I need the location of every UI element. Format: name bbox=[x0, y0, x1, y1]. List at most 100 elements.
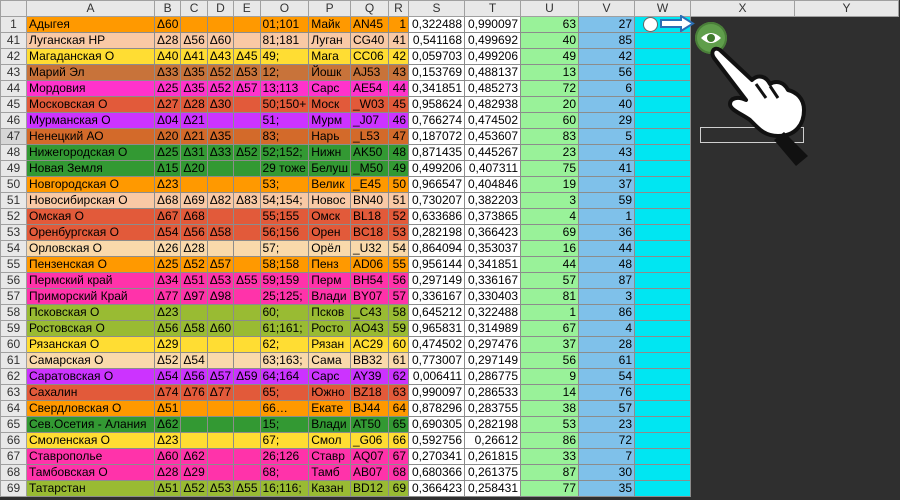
cell-p[interactable]: Тамб bbox=[308, 464, 351, 481]
cell-v[interactable]: 1 bbox=[578, 208, 635, 225]
cell-d[interactable]: Δ60 bbox=[206, 320, 235, 337]
cell-d[interactable]: Δ58 bbox=[206, 224, 235, 241]
cell-b[interactable]: Δ23 bbox=[153, 304, 182, 321]
cell-y[interactable] bbox=[794, 464, 899, 481]
cell-w[interactable] bbox=[634, 224, 691, 241]
cell-v[interactable]: 28 bbox=[578, 336, 635, 353]
cell-u[interactable]: 86 bbox=[520, 432, 579, 449]
cell-y[interactable] bbox=[794, 176, 899, 193]
cell-r[interactable]: 66 bbox=[388, 432, 409, 449]
cell-e[interactable] bbox=[233, 96, 261, 113]
cell-v[interactable]: 6 bbox=[578, 80, 635, 97]
cell-t[interactable]: 0,474502 bbox=[464, 112, 521, 129]
row-header[interactable]: 44 bbox=[0, 80, 27, 97]
row-header[interactable]: 53 bbox=[0, 224, 27, 241]
cell-w[interactable] bbox=[634, 304, 691, 321]
cell-w[interactable] bbox=[634, 464, 691, 481]
cell-p[interactable]: Омск bbox=[308, 208, 351, 225]
cell-t[interactable]: 0,314989 bbox=[464, 320, 521, 337]
cell-b[interactable]: Δ51 bbox=[153, 400, 182, 417]
row-header[interactable]: 56 bbox=[0, 272, 27, 289]
cell-c[interactable]: Δ28 bbox=[180, 240, 208, 257]
cell-t[interactable]: 0,286533 bbox=[464, 384, 521, 401]
cell-w[interactable] bbox=[634, 368, 691, 385]
cell-x[interactable] bbox=[690, 192, 795, 209]
cell-u[interactable]: 16 bbox=[520, 240, 579, 257]
cell-q[interactable]: AQ07 bbox=[350, 448, 389, 465]
cell-t[interactable]: 0,488137 bbox=[464, 64, 521, 81]
cell-p[interactable]: Орёл bbox=[308, 240, 351, 257]
cell-o[interactable]: 58;158 bbox=[259, 256, 310, 273]
cell-w[interactable] bbox=[634, 128, 691, 145]
cell-b[interactable]: Δ62 bbox=[153, 416, 182, 433]
cell-b[interactable]: Δ15 bbox=[153, 160, 182, 177]
cell-o[interactable]: 13;113 bbox=[259, 80, 310, 97]
cell-a[interactable]: Ненецкий АО bbox=[26, 128, 155, 145]
column-header-q[interactable]: Q bbox=[350, 0, 389, 17]
cell-x[interactable] bbox=[690, 208, 795, 225]
cell-a[interactable]: Московская О bbox=[26, 96, 155, 113]
cell-c[interactable] bbox=[180, 16, 208, 33]
cell-s[interactable]: 0,990097 bbox=[408, 384, 465, 401]
cell-q[interactable]: AB07 bbox=[350, 464, 389, 481]
row-header[interactable]: 55 bbox=[0, 256, 27, 273]
cell-w[interactable] bbox=[634, 384, 691, 401]
cell-t[interactable]: 0,336167 bbox=[464, 272, 521, 289]
cell-u[interactable]: 44 bbox=[520, 256, 579, 273]
cell-o[interactable]: 12; bbox=[259, 64, 310, 81]
cell-b[interactable]: Δ40 bbox=[153, 48, 182, 65]
cell-b[interactable]: Δ52 bbox=[153, 352, 182, 369]
cell-x[interactable] bbox=[690, 224, 795, 241]
cell-a[interactable]: Сев.Осетия - Алания bbox=[26, 416, 155, 433]
cell-a[interactable]: Новгородская О bbox=[26, 176, 155, 193]
cell-t[interactable]: 0,297149 bbox=[464, 352, 521, 369]
cell-e[interactable] bbox=[233, 432, 261, 449]
cell-y[interactable] bbox=[794, 304, 899, 321]
cell-q[interactable]: _G06 bbox=[350, 432, 389, 449]
cell-y[interactable] bbox=[794, 384, 899, 401]
cell-p[interactable]: Луган bbox=[308, 32, 351, 49]
cell-w[interactable] bbox=[634, 288, 691, 305]
cell-v[interactable]: 3 bbox=[578, 288, 635, 305]
row-header[interactable]: 47 bbox=[0, 128, 27, 145]
cell-v[interactable]: 37 bbox=[578, 176, 635, 193]
row-header[interactable]: 59 bbox=[0, 320, 27, 337]
cell-a[interactable]: Свердловская О bbox=[26, 400, 155, 417]
select-all-corner[interactable] bbox=[0, 0, 27, 17]
cell-e[interactable] bbox=[233, 448, 261, 465]
cell-a[interactable]: Луганская НР bbox=[26, 32, 155, 49]
cell-o[interactable]: 60; bbox=[259, 304, 310, 321]
cell-t[interactable]: 0,297476 bbox=[464, 336, 521, 353]
cell-p[interactable]: Моск bbox=[308, 96, 351, 113]
cell-a[interactable]: Ставрополье bbox=[26, 448, 155, 465]
cell-b[interactable]: Δ23 bbox=[153, 176, 182, 193]
cell-s[interactable]: 0,878296 bbox=[408, 400, 465, 417]
cell-q[interactable]: _W03 bbox=[350, 96, 389, 113]
cell-y[interactable] bbox=[794, 448, 899, 465]
cell-b[interactable]: Δ28 bbox=[153, 32, 182, 49]
cell-q[interactable]: _J07 bbox=[350, 112, 389, 129]
cell-b[interactable]: Δ77 bbox=[153, 288, 182, 305]
cell-d[interactable] bbox=[206, 336, 235, 353]
cell-t[interactable]: 0,286775 bbox=[464, 368, 521, 385]
cell-u[interactable]: 20 bbox=[520, 96, 579, 113]
cell-e[interactable] bbox=[233, 336, 261, 353]
cell-e[interactable]: Δ83 bbox=[233, 192, 261, 209]
cell-u[interactable]: 14 bbox=[520, 384, 579, 401]
row-header[interactable]: 64 bbox=[0, 400, 27, 417]
cell-r[interactable]: 65 bbox=[388, 416, 409, 433]
cell-o[interactable]: 15; bbox=[259, 416, 310, 433]
cell-u[interactable]: 33 bbox=[520, 448, 579, 465]
cell-c[interactable] bbox=[180, 336, 208, 353]
cell-d[interactable]: Δ60 bbox=[206, 32, 235, 49]
cell-b[interactable]: Δ51 bbox=[153, 480, 182, 497]
cell-v[interactable]: 40 bbox=[578, 96, 635, 113]
cell-w[interactable] bbox=[634, 176, 691, 193]
cell-y[interactable] bbox=[794, 192, 899, 209]
row-header[interactable]: 58 bbox=[0, 304, 27, 321]
cell-d[interactable] bbox=[206, 416, 235, 433]
cell-e[interactable]: Δ59 bbox=[233, 368, 261, 385]
cell-u[interactable]: 75 bbox=[520, 160, 579, 177]
cell-u[interactable]: 4 bbox=[520, 208, 579, 225]
cell-t[interactable]: 0,322488 bbox=[464, 304, 521, 321]
